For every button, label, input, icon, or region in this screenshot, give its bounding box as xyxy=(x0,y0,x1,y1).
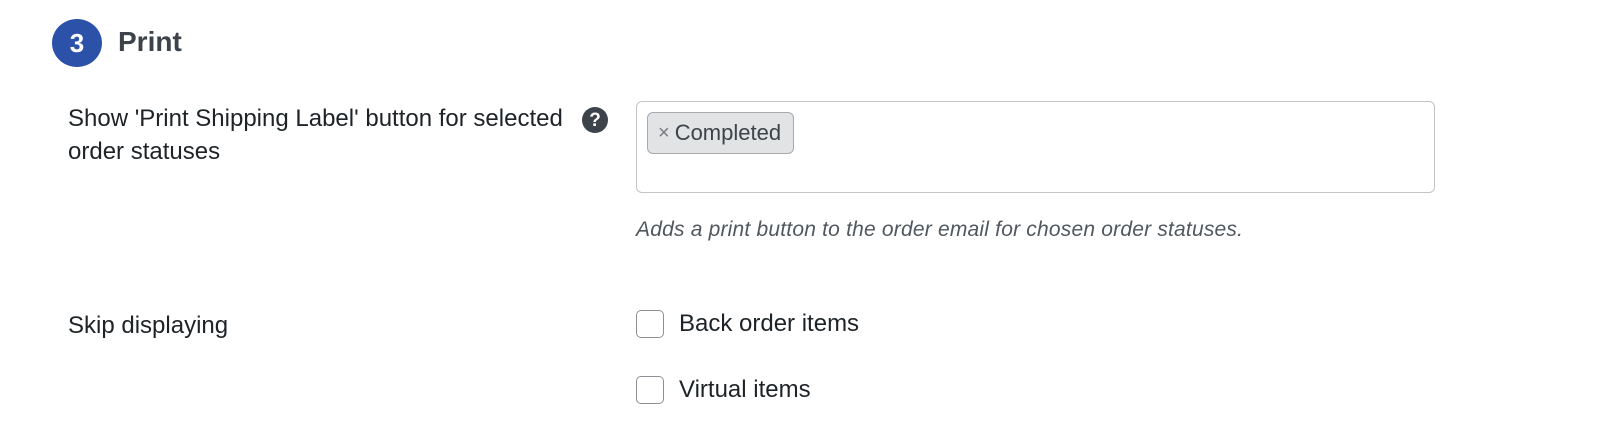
selected-status-chip: × Completed xyxy=(647,112,795,154)
remove-chip-icon[interactable]: × xyxy=(658,123,670,143)
print-settings-section: 3 Print Show 'Print Shipping Label' butt… xyxy=(0,0,1600,446)
order-status-multiselect[interactable]: × Completed xyxy=(636,101,1435,193)
question-mark-icon[interactable]: ? xyxy=(582,107,608,133)
back-order-items-label[interactable]: Back order items xyxy=(679,309,859,339)
virtual-items-checkbox[interactable] xyxy=(636,376,664,404)
chip-label: Completed xyxy=(674,120,782,145)
field-description: Adds a print button to the order email f… xyxy=(636,218,1244,241)
step-number-badge: 3 xyxy=(52,19,102,67)
virtual-items-option[interactable]: Virtual items xyxy=(636,375,811,405)
skip-displaying-label: Skip displaying xyxy=(68,312,229,339)
section-title: Print xyxy=(118,26,182,57)
back-order-items-checkbox[interactable] xyxy=(636,310,664,338)
back-order-items-option[interactable]: Back order items xyxy=(636,309,859,339)
print-button-statuses-label: Show 'Print Shipping Label' button for s… xyxy=(68,105,563,165)
virtual-items-label[interactable]: Virtual items xyxy=(679,375,811,405)
